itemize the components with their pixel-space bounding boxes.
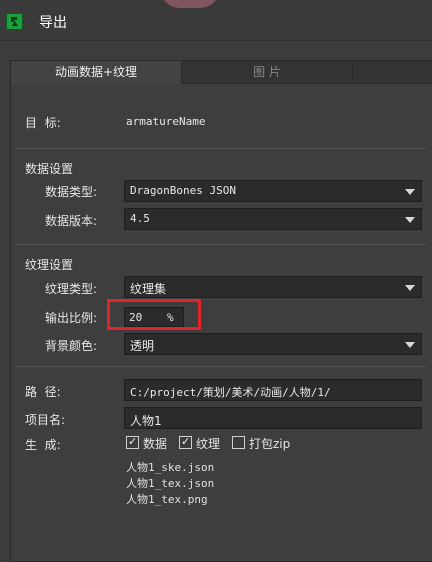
- generate-label: 生 成:: [25, 438, 61, 452]
- data-type-select[interactable]: DragonBones JSON: [124, 180, 422, 202]
- tab-animation-data-texture[interactable]: 动画数据+纹理: [10, 60, 182, 84]
- chevron-down-icon[interactable]: [405, 342, 415, 348]
- project-name-input[interactable]: 人物1: [124, 407, 422, 429]
- path-value: C:/project/策划/美术/动画/人物/1/: [130, 386, 331, 399]
- window-title: 导出: [39, 15, 67, 31]
- path-label: 路 径:: [25, 385, 61, 399]
- output-file: 人物1_tex.json: [126, 477, 215, 490]
- project-name-label: 项目名:: [25, 413, 66, 427]
- data-checkbox-label: 数据: [143, 437, 168, 451]
- checkbox-box[interactable]: ✓: [179, 436, 192, 449]
- texture-type-select[interactable]: 纹理集: [124, 276, 422, 298]
- output-file: 人物1_tex.png: [126, 493, 208, 506]
- chevron-down-icon[interactable]: [405, 217, 415, 223]
- highlight-box: [107, 299, 201, 330]
- project-name-value: 人物1: [130, 414, 162, 428]
- output-file: 人物1_ske.json: [126, 461, 215, 474]
- data-version-label: 数据版本:: [45, 214, 98, 228]
- texture-checkbox-label: 纹理: [196, 437, 221, 451]
- divider: [16, 148, 426, 149]
- check-icon: ✓: [181, 435, 191, 448]
- tab-bar: 动画数据+纹理 图 片 I: [10, 60, 432, 84]
- tab-image[interactable]: 图 片: [181, 60, 353, 84]
- target-label: 目 标:: [25, 116, 61, 130]
- chevron-down-icon[interactable]: [405, 285, 415, 291]
- data-settings-title: 数据设置: [25, 162, 74, 176]
- target-value: armatureName: [126, 115, 206, 128]
- texture-settings-title: 纹理设置: [25, 258, 74, 272]
- data-type-value: DragonBones JSON: [130, 184, 236, 197]
- tab-more[interactable]: I: [352, 60, 432, 84]
- checkbox-box[interactable]: [232, 436, 245, 449]
- tab-divider: [181, 83, 432, 84]
- texture-type-value: 纹理集: [130, 282, 167, 296]
- scale-label: 输出比例:: [45, 311, 98, 325]
- background-color-value: 透明: [130, 339, 155, 353]
- background-color-label: 背景颜色:: [45, 339, 98, 353]
- check-icon: ✓: [128, 435, 138, 448]
- title-bar: 导出: [0, 0, 432, 41]
- chevron-down-icon[interactable]: [405, 189, 415, 195]
- data-type-label: 数据类型:: [45, 185, 98, 199]
- window-decoration: [160, 0, 220, 8]
- app-logo-icon: [6, 13, 23, 30]
- data-version-select[interactable]: 4.5: [124, 208, 422, 230]
- zip-checkbox-label: 打包zip: [249, 437, 291, 451]
- texture-type-label: 纹理类型:: [45, 282, 98, 296]
- divider: [16, 366, 426, 367]
- path-input[interactable]: C:/project/策划/美术/动画/人物/1/: [124, 379, 422, 401]
- background-color-select[interactable]: 透明: [124, 333, 422, 355]
- divider: [16, 244, 426, 245]
- data-version-value: 4.5: [130, 212, 150, 225]
- checkbox-box[interactable]: ✓: [126, 436, 139, 449]
